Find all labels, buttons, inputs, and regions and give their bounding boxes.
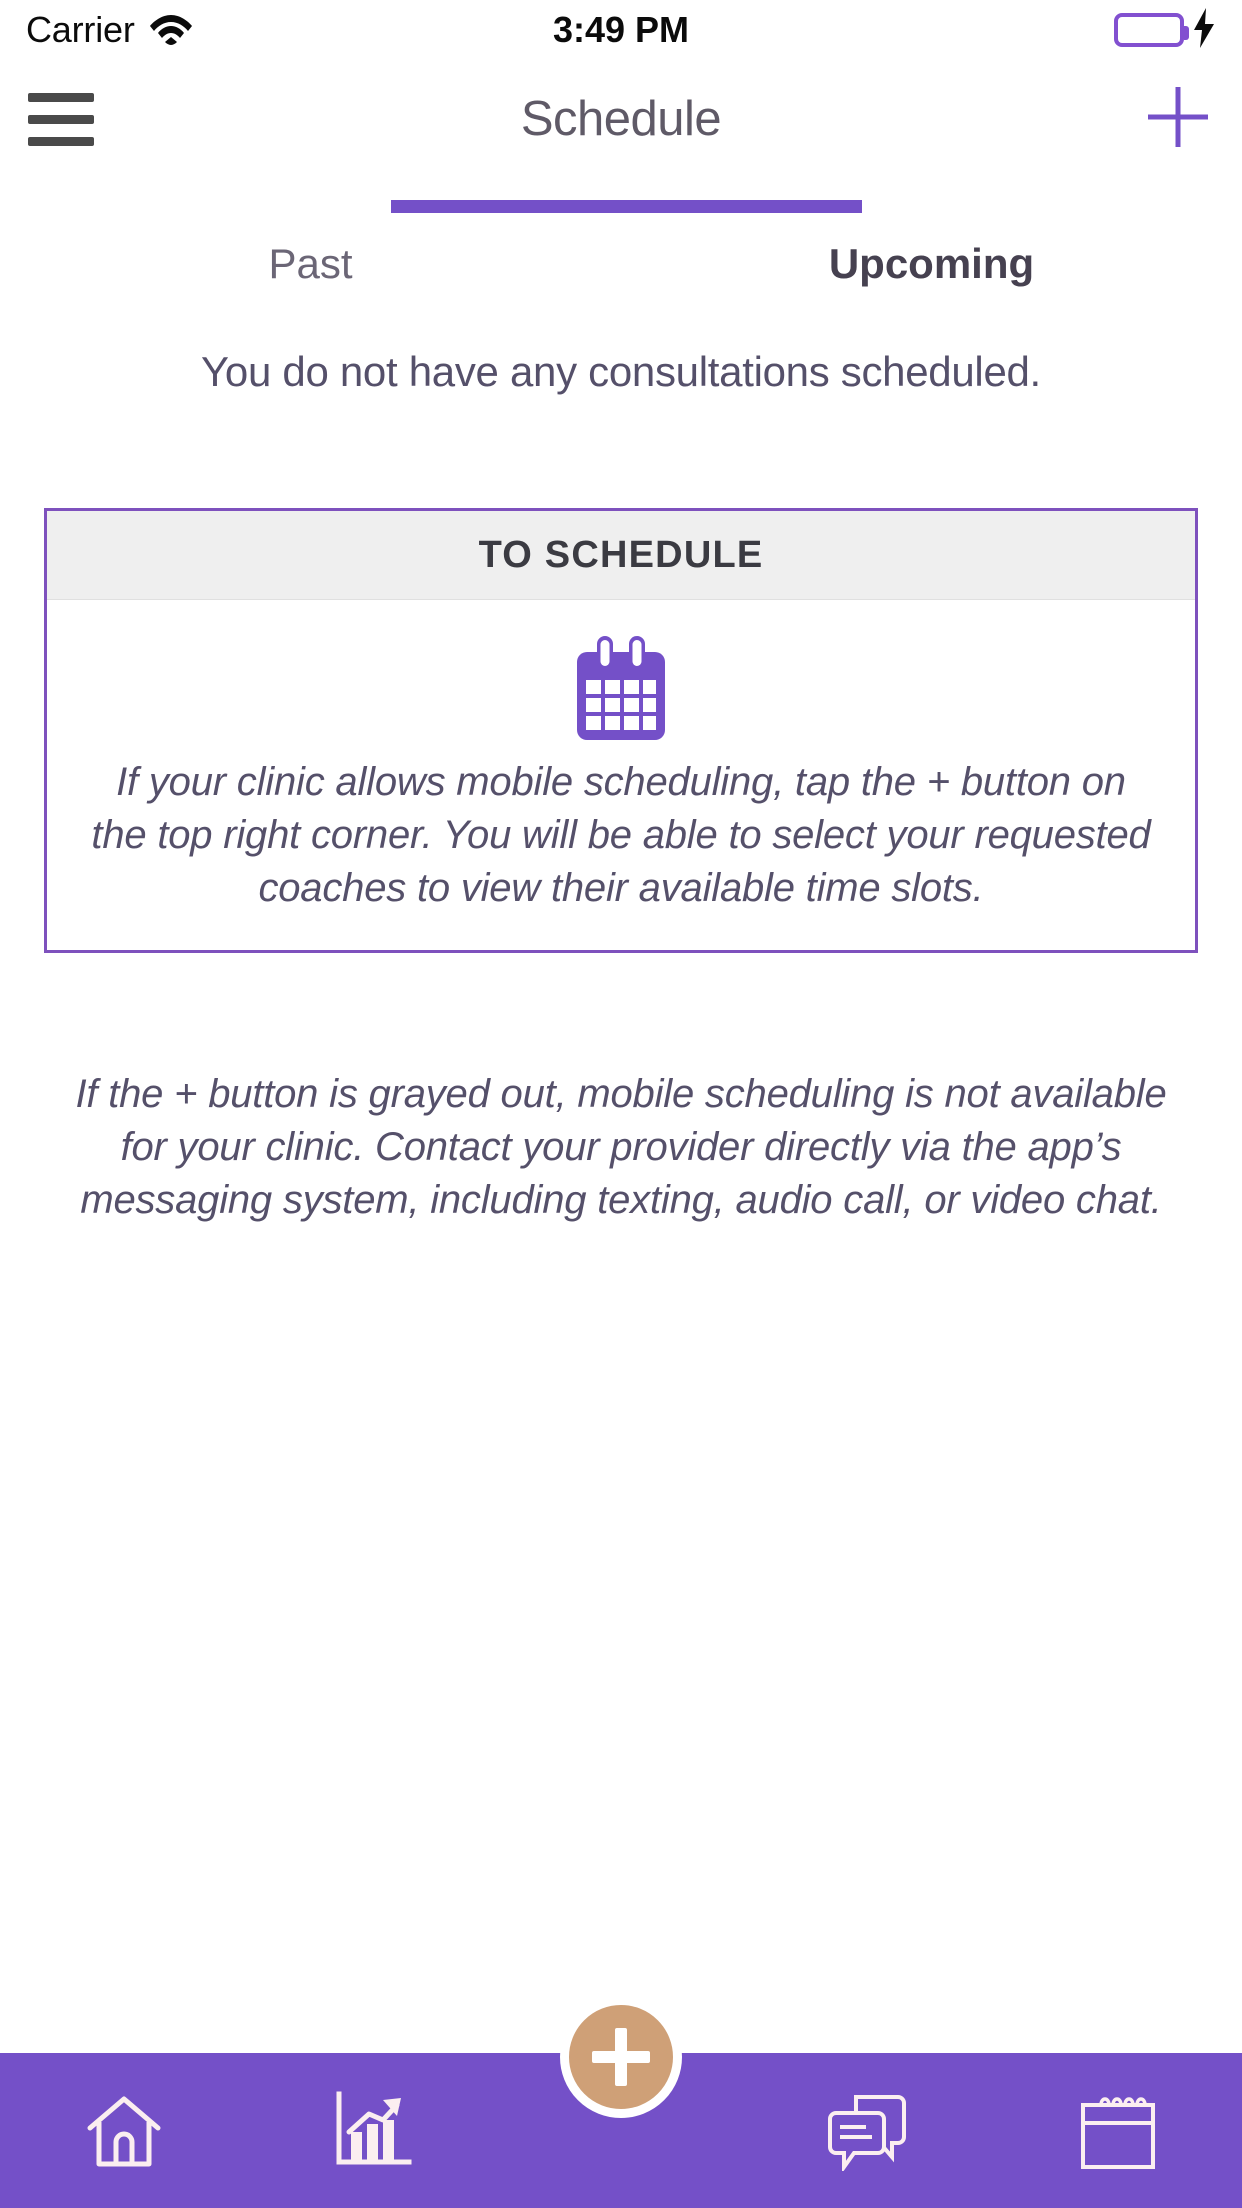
hamburger-bar-2 xyxy=(28,114,94,124)
hamburger-menu-icon[interactable] xyxy=(28,92,94,146)
empty-state-message: You do not have any consultations schedu… xyxy=(201,348,1041,395)
nav-item-home[interactable] xyxy=(0,2053,248,2208)
carrier-label: Carrier xyxy=(26,9,135,50)
tab-indicator-row xyxy=(0,200,1242,214)
wifi-icon xyxy=(149,11,193,50)
hamburger-bar-3 xyxy=(28,136,94,146)
status-bar: Carrier 3:49 PM xyxy=(0,0,1242,60)
grayed-out-note: If the + button is grayed out, mobile sc… xyxy=(75,1072,1167,1223)
calendar-icon-wrapper xyxy=(87,636,1155,740)
tab-bar: Past Upcoming xyxy=(0,214,1242,314)
status-bar-time: 3:49 PM xyxy=(552,9,690,50)
plus-icon xyxy=(1148,86,1208,147)
nav-item-schedule[interactable] xyxy=(994,2053,1242,2208)
bar-chart-trend-icon xyxy=(336,2091,412,2164)
status-bar-right xyxy=(689,7,1216,53)
hamburger-bar-1 xyxy=(28,92,94,102)
chat-bubbles-icon xyxy=(828,2094,907,2171)
battery-cap xyxy=(1184,26,1189,40)
to-schedule-card-header: TO SCHEDULE xyxy=(47,511,1195,600)
nav-header: Schedule xyxy=(0,60,1242,178)
status-bar-left: Carrier xyxy=(26,9,553,51)
battery-icon xyxy=(1114,13,1189,47)
to-schedule-card-title: TO SCHEDULE xyxy=(478,533,764,576)
nav-item-progress[interactable] xyxy=(248,2053,496,2208)
tab-past[interactable]: Past xyxy=(0,214,621,314)
lightning-bolt-icon xyxy=(1192,7,1216,53)
page-title: Schedule xyxy=(520,92,722,146)
plus-icon-vertical xyxy=(615,2028,627,2086)
tab-active-indicator xyxy=(391,200,862,213)
floating-add-button[interactable] xyxy=(560,1996,682,2118)
tab-upcoming[interactable]: Upcoming xyxy=(621,214,1242,314)
nav-item-messages[interactable] xyxy=(745,2053,993,2208)
to-schedule-card-body: If your clinic allows mobile scheduling,… xyxy=(47,600,1195,950)
home-icon xyxy=(87,2096,161,2166)
to-schedule-card-text: If your clinic allows mobile scheduling,… xyxy=(91,760,1151,911)
notepad-calendar-icon xyxy=(1080,2096,1155,2169)
to-schedule-card: TO SCHEDULE If your clinic allows mobile… xyxy=(44,508,1198,953)
add-appointment-button[interactable] xyxy=(1142,81,1214,158)
calendar-icon xyxy=(577,636,665,740)
